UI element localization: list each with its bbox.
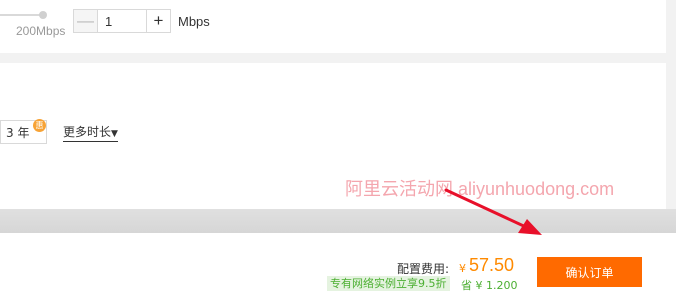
bandwidth-input[interactable] [98,10,146,32]
more-duration-dropdown[interactable]: 更多时长▼ [63,123,118,142]
section-divider [0,209,676,233]
fee-currency-symbol: ¥ [459,262,466,275]
fee-amount: 57.50 [469,255,515,275]
bandwidth-unit-label: Mbps [178,14,210,29]
bandwidth-slider-handle[interactable] [39,11,47,19]
bandwidth-max-label: 200Mbps [16,24,66,38]
watermark-text: 阿里云活动网 aliyunhuodong.com [345,179,615,199]
fee-label: 配置费用: [397,262,450,276]
bandwidth-slider-track[interactable] [0,14,44,16]
discount-badge-icon: 惠 [33,119,46,132]
increment-button[interactable]: + [146,10,170,32]
savings-text: 省 ¥ 1.200 [461,279,518,292]
confirm-order-button[interactable]: 确认订单 [537,257,642,287]
caret-down-icon: ▼ [111,129,118,139]
bandwidth-stepper: — + [73,9,171,33]
promo-tag: 专有网络实例立享9.5折 [327,276,450,291]
decrement-button[interactable]: — [74,10,98,32]
duration-option-label: 3 年 [6,125,30,140]
more-duration-label: 更多时长 [63,125,112,139]
